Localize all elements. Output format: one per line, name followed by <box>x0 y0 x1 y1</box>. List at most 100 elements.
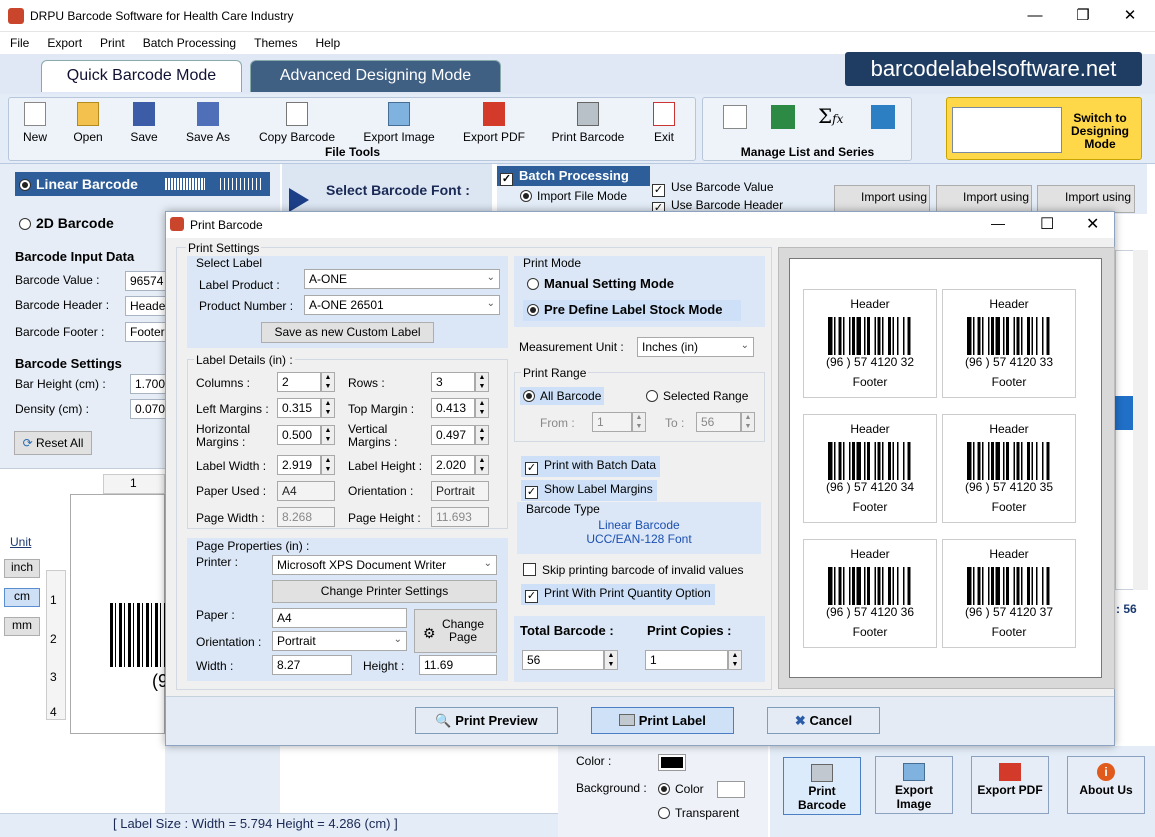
print-copies-spinner[interactable]: ▲ ▼ <box>728 650 742 670</box>
columns-field[interactable]: 2 <box>277 372 321 392</box>
density-field[interactable]: 0.070 <box>130 399 170 419</box>
copy-barcode-button[interactable]: Copy Barcode <box>254 102 340 144</box>
menu-file[interactable]: File <box>0 32 37 50</box>
switch-designing-mode-button[interactable]: Switch to Designing Mode <box>946 97 1142 160</box>
minimize-icon[interactable]: — <box>1012 0 1058 32</box>
left-margins-spinner[interactable]: ▲ ▼ <box>321 398 335 418</box>
rows-field[interactable]: 3 <box>431 372 475 392</box>
export-pdf-action[interactable]: Export PDF <box>971 756 1049 814</box>
excel-icon[interactable] <box>771 105 795 129</box>
columns-spinner[interactable]: ▲ ▼ <box>321 372 335 392</box>
top-margin-field[interactable]: 0.413 <box>431 398 475 418</box>
predefine-mode-option[interactable]: Pre Define Label Stock Mode <box>523 300 741 321</box>
transparent-option[interactable]: Transparent <box>658 806 739 820</box>
dialog-minimize-icon[interactable]: — <box>991 215 1005 231</box>
batch-processing-toggle[interactable]: ✓ Batch Processing <box>497 166 650 186</box>
label-height-field[interactable]: 2.020 <box>431 455 475 475</box>
formula-icon[interactable]: Σfx <box>818 104 843 128</box>
show-label-margins-option[interactable]: ✓ Show Label Margins <box>521 480 657 501</box>
vertical-margins-spinner[interactable]: ▲ ▼ <box>475 425 489 445</box>
vertical-margins-field[interactable]: 0.497 <box>431 425 475 445</box>
label-width-spinner[interactable]: ▲ ▼ <box>321 455 335 475</box>
linear-barcode-option[interactable]: Linear Barcode <box>15 172 270 196</box>
batch-scrollbar[interactable] <box>1133 250 1148 590</box>
color-swatch[interactable] <box>658 754 686 771</box>
exit-button[interactable]: Exit <box>648 102 680 144</box>
horizontal-margins-field[interactable]: 0.500 <box>277 425 321 445</box>
about-us-action[interactable]: i About Us <box>1067 756 1145 814</box>
printer-select[interactable]: Microsoft XPS Document Writer ⌄ <box>272 555 497 575</box>
change-page-button[interactable]: ⚙ Change Page <box>414 609 497 653</box>
tab-advanced-mode[interactable]: Advanced Designing Mode <box>250 60 501 92</box>
import-using-button-1[interactable]: Import using <box>834 185 930 213</box>
rows-spinner[interactable]: ▲ ▼ <box>475 372 489 392</box>
save-button[interactable]: Save <box>126 102 162 144</box>
left-margins-field[interactable]: 0.315 <box>277 398 321 418</box>
export-image-action[interactable]: Export Image <box>875 756 953 814</box>
top-margin-spinner[interactable]: ▲ ▼ <box>475 398 489 418</box>
menu-help[interactable]: Help <box>305 32 348 50</box>
menu-export[interactable]: Export <box>37 32 90 50</box>
menu-batch[interactable]: Batch Processing <box>133 32 244 50</box>
save-as-button[interactable]: Save As <box>182 102 234 144</box>
horizontal-margins-spinner[interactable]: ▲ ▼ <box>321 425 335 445</box>
close-icon[interactable]: ✕ <box>1107 0 1153 32</box>
dialog-close-icon[interactable]: ✕ <box>1086 214 1099 234</box>
bg-color-option[interactable]: Color <box>658 782 704 796</box>
dialog-maximize-icon[interactable]: ☐ <box>1040 214 1054 234</box>
new-button[interactable]: New <box>18 102 52 144</box>
import-using-button-2[interactable]: Import using <box>936 185 1032 213</box>
import-using-button-3[interactable]: Import using <box>1037 185 1135 213</box>
new-file-icon <box>24 102 46 126</box>
total-barcode-field[interactable]: 56 <box>522 650 604 670</box>
series-icon[interactable] <box>871 105 895 129</box>
orientation2-label: Orientation : <box>196 635 262 649</box>
unit-mm-button[interactable]: mm <box>4 617 40 636</box>
export-pdf-button[interactable]: Export PDF <box>458 102 530 144</box>
product-number-select[interactable]: A-ONE 26501 ⌄ <box>304 295 500 315</box>
barcode-header-field[interactable]: Header <box>125 296 170 316</box>
export-image-button[interactable]: Export Image <box>356 102 442 144</box>
reset-all-button[interactable]: ⟳ Reset All <box>14 431 92 455</box>
2d-barcode-option[interactable]: 2D Barcode <box>19 215 114 231</box>
print-preview-button[interactable]: 🔍 Print Preview <box>415 707 558 734</box>
label-width-field[interactable]: 2.919 <box>277 455 321 475</box>
save-custom-label-button[interactable]: Save as new Custom Label <box>261 322 434 343</box>
bar-height-field[interactable]: 1.700 <box>130 374 170 394</box>
print-batch-data-option[interactable]: ✓ Print with Batch Data <box>521 456 661 477</box>
width-field[interactable]: 8.27 <box>272 655 352 675</box>
all-barcode-option[interactable]: All Barcode <box>520 387 605 405</box>
height-field[interactable]: 11.69 <box>419 655 497 675</box>
unit-inch-button[interactable]: inch <box>4 559 40 578</box>
barcode-footer-field[interactable]: Footer <box>125 322 170 342</box>
label-height-spinner[interactable]: ▲ ▼ <box>475 455 489 475</box>
print-barcode-button[interactable]: Print Barcode <box>546 102 630 144</box>
print-copies-field[interactable]: 1 <box>645 650 728 670</box>
tab-quick-mode[interactable]: Quick Barcode Mode <box>41 60 242 92</box>
canvas-barcode-bars[interactable] <box>110 603 165 667</box>
orientation-select[interactable]: Portrait ⌄ <box>272 631 407 651</box>
edit-list-icon[interactable] <box>723 105 747 129</box>
menu-themes[interactable]: Themes <box>244 32 305 50</box>
cancel-button[interactable]: ✖ Cancel <box>767 707 880 734</box>
use-barcode-value-option[interactable]: ✓ Use Barcode Value <box>652 180 774 197</box>
total-barcode-spinner[interactable]: ▲ ▼ <box>604 650 618 670</box>
measurement-unit-select[interactable]: Inches (in) ⌄ <box>637 337 754 357</box>
maximize-icon[interactable]: ❐ <box>1060 0 1106 32</box>
paper-field[interactable]: A4 <box>272 608 407 628</box>
barcode-type-line1: Linear Barcode <box>598 518 680 532</box>
barcode-value-field[interactable]: 96574 <box>125 271 170 291</box>
label-product-select[interactable]: A-ONE ⌄ <box>304 269 500 289</box>
selected-range-option[interactable]: Selected Range <box>646 389 748 403</box>
unit-cm-button[interactable]: cm <box>4 588 40 607</box>
open-button[interactable]: Open <box>70 102 106 144</box>
print-quantity-option[interactable]: ✓ Print With Print Quantity Option <box>521 584 715 605</box>
import-file-mode-option[interactable]: Import File Mode <box>520 189 627 203</box>
skip-invalid-option[interactable]: Skip printing barcode of invalid values <box>523 563 743 577</box>
print-label-button[interactable]: Print Label <box>591 707 734 734</box>
manual-mode-option[interactable]: Manual Setting Mode <box>527 276 674 291</box>
bg-color-swatch[interactable] <box>717 781 745 798</box>
change-printer-settings-button[interactable]: Change Printer Settings <box>272 580 497 603</box>
print-barcode-action[interactable]: Print Barcode <box>783 757 861 815</box>
menu-print[interactable]: Print <box>90 32 133 50</box>
